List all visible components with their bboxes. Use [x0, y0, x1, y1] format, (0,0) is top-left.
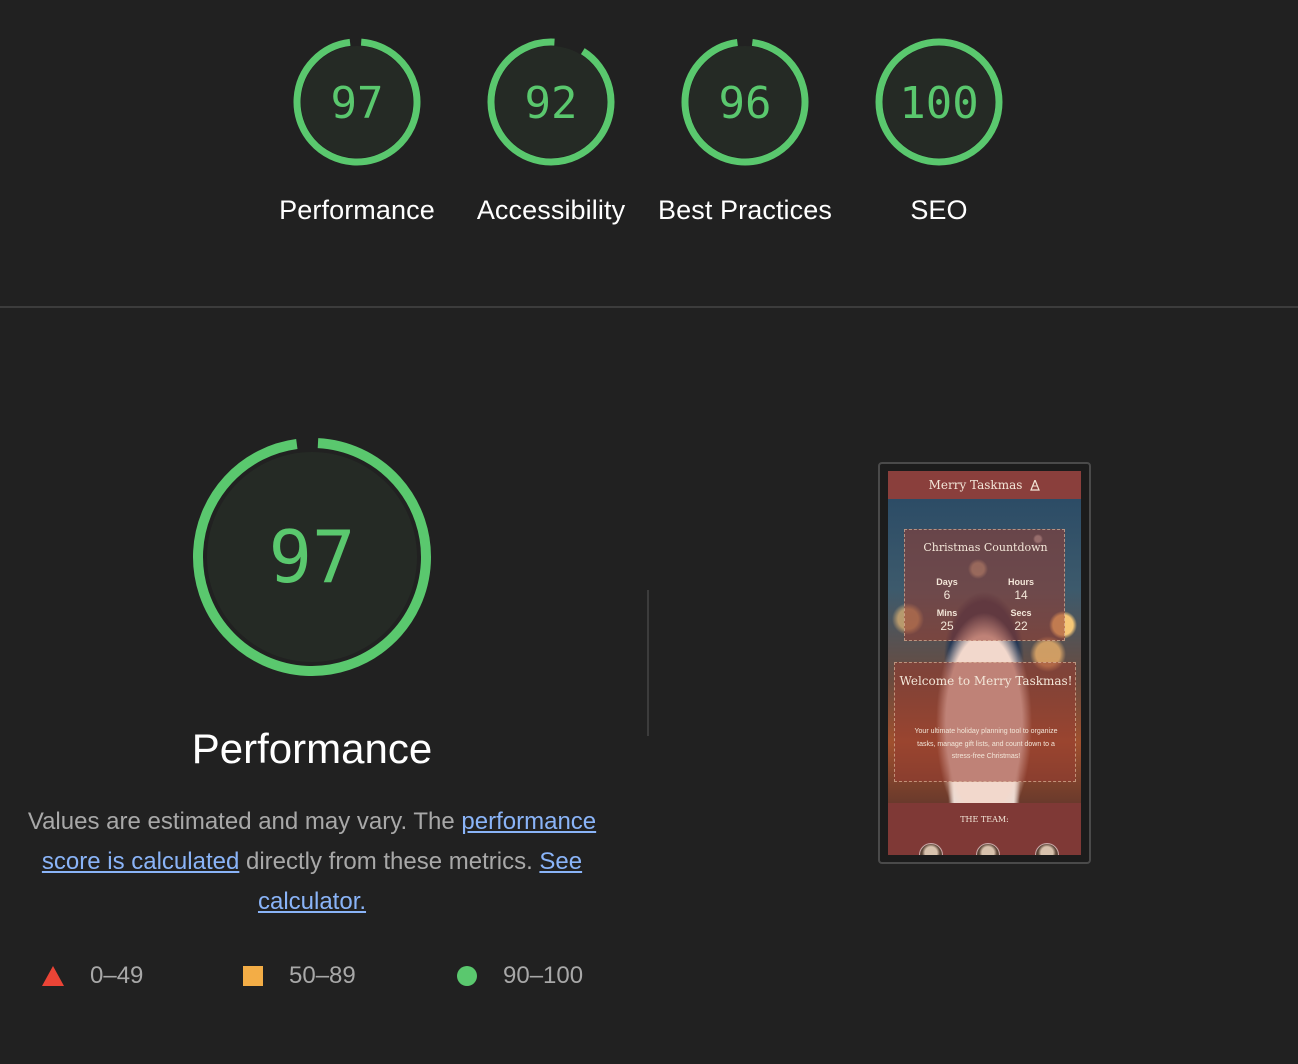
gauge-best-practices-label: Best Practices [658, 195, 832, 225]
legend-fail: 0–49 [42, 956, 143, 996]
legend-fail-label: 0–49 [90, 962, 144, 989]
gauge-accessibility-label: Accessibility [476, 195, 626, 225]
legend-average-label: 50–89 [289, 962, 356, 989]
screenshot-header-title: Merry Taskmas [928, 478, 1023, 492]
countdown-mins-label: Mins [936, 608, 958, 618]
screenshot-screen: Merry Taskmas Christmas Countdown Days 6… [888, 471, 1081, 855]
gauge-seo-score: 100 [899, 78, 978, 129]
legend-pass-label: 90–100 [503, 962, 584, 989]
welcome-title: Welcome to Merry Taskmas! [899, 674, 1073, 688]
countdown-hours: Hours 14 [991, 576, 1051, 603]
gauge-best-practices-ring: 96 [681, 38, 809, 166]
team-label: THE TEAM: [960, 815, 1009, 824]
avatar [1035, 843, 1059, 855]
countdown-secs-value: 22 [1014, 619, 1028, 633]
countdown-hours-value: 14 [1014, 588, 1028, 602]
description-text-middle: directly from these metrics. [239, 848, 540, 875]
countdown-title: Christmas Countdown [923, 541, 1048, 554]
countdown-days-label: Days [936, 577, 958, 587]
countdown-days-value: 6 [943, 588, 951, 602]
legend-pass: 90–100 [457, 956, 583, 996]
gauge-performance-score: 97 [331, 78, 384, 129]
gauge-performance-ring: 97 [293, 38, 421, 166]
gauge-seo-ring: 100 [875, 38, 1003, 166]
countdown-secs-label: Secs [1010, 608, 1032, 618]
team-section: THE TEAM: [888, 803, 1081, 855]
square-icon [243, 966, 263, 986]
countdown-mins: Mins 25 [917, 607, 977, 634]
gauge-accessibility[interactable]: 92 Accessibility [456, 36, 646, 230]
gauge-seo-label: SEO [910, 195, 968, 225]
gauge-seo[interactable]: 100 SEO [844, 36, 1034, 230]
gauge-best-practices[interactable]: 96 Best Practices [650, 36, 840, 230]
score-legend: 0–49 50–89 90–100 [0, 956, 640, 996]
performance-title: Performance [191, 725, 433, 772]
gauge-performance[interactable]: 97 Performance [262, 36, 452, 230]
screenshot-header: Merry Taskmas [888, 471, 1081, 499]
description-text-before: Values are estimated and may vary. The [27, 808, 462, 835]
countdown-secs: Secs 22 [991, 607, 1051, 634]
circle-icon [457, 966, 477, 986]
performance-score: 97 [269, 515, 356, 599]
avatar [976, 843, 1000, 855]
performance-description: Values are estimated and may vary. The p… [16, 802, 608, 922]
countdown-hours-label: Hours [1007, 577, 1034, 587]
gauge-performance-label: Performance [279, 195, 435, 225]
triangle-icon [42, 966, 64, 986]
tree-icon [1030, 479, 1041, 491]
vertical-divider [647, 590, 649, 736]
legend-average: 50–89 [243, 956, 356, 996]
performance-gauge: 97 [193, 438, 431, 676]
gauge-best-practices-score: 96 [719, 78, 772, 129]
countdown-mins-value: 25 [940, 619, 954, 633]
screenshot-hero-image: Christmas Countdown Days 6 Hours 14 Mins… [888, 499, 1081, 803]
countdown-days: Days 6 [917, 576, 977, 603]
section-divider [0, 306, 1298, 308]
countdown-box: Christmas Countdown Days 6 Hours 14 Mins… [904, 529, 1065, 641]
welcome-text: Your ultimate holiday planning tool to o… [914, 728, 1058, 760]
gauge-accessibility-score: 92 [525, 78, 578, 129]
welcome-box: Welcome to Merry Taskmas! Your ultimate … [894, 662, 1076, 782]
final-screenshot[interactable]: Merry Taskmas Christmas Countdown Days 6… [878, 462, 1091, 864]
gauge-accessibility-ring: 92 [487, 38, 615, 166]
avatar [919, 843, 943, 855]
